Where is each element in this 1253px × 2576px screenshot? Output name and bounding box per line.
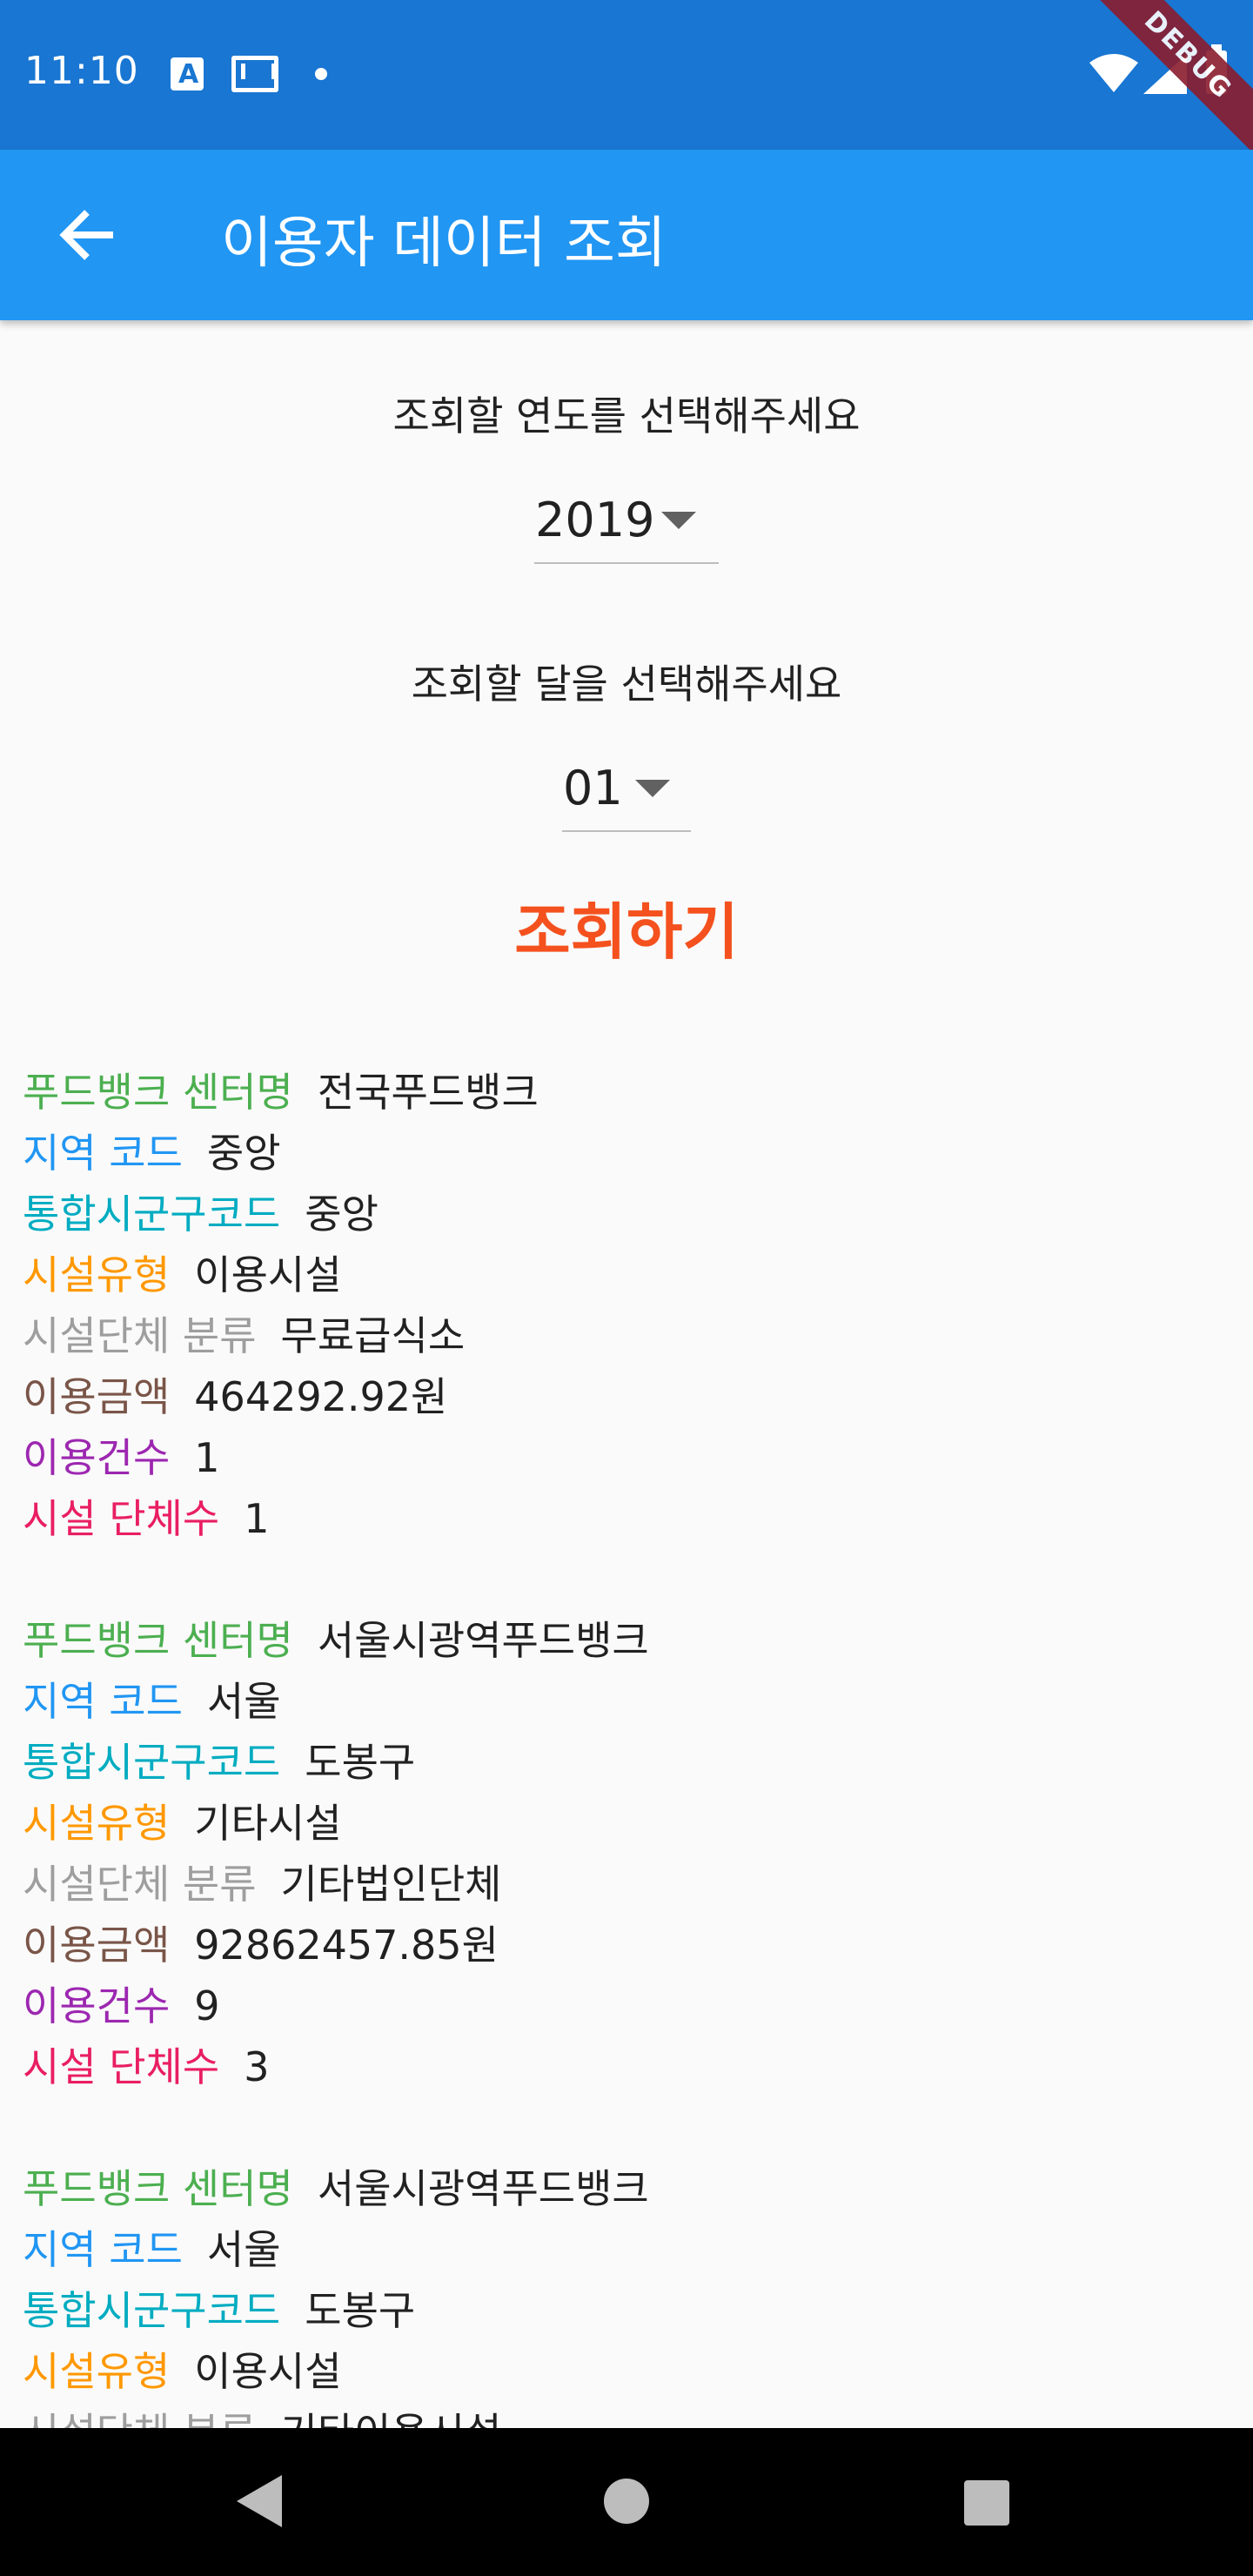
category-label: 시설단체 분류 (23, 1861, 257, 1908)
facility-type-value: 기타시설 (194, 1800, 342, 1847)
groups-label: 시설 단체수 (23, 2043, 220, 2090)
nav-back-icon[interactable] (237, 2475, 282, 2527)
search-button[interactable]: 조회하기 (452, 875, 801, 989)
month-label: 조회할 달을 선택해주세요 (411, 661, 842, 708)
count-value: 1 (194, 1434, 220, 1481)
center-label: 푸드뱅크 센터명 (23, 2165, 293, 2212)
category-label: 시설단체 분류 (23, 2409, 257, 2428)
amount-value: 92862457.85원 (194, 1922, 499, 1969)
district-label: 통합시군구코드 (23, 1739, 281, 1786)
status-bar: 11:10 DEBUG (0, 0, 1253, 174)
amount-row: 이용금액 92862457.85원 (23, 1915, 1232, 1976)
center-value: 전국푸드뱅크 (317, 1069, 539, 1116)
district-row: 통합시군구코드 도봉구 (23, 2280, 1232, 2341)
results-list: 푸드뱅크 센터명 전국푸드뱅크 지역 코드 중앙 통합시군구코드 중앙 시설유형 이용시… (23, 1062, 1232, 2428)
center-row: 푸드뱅크 센터명 전국푸드뱅크 (23, 1062, 1232, 1123)
facility-type-row: 시설유형 기타시설 (23, 1793, 1232, 1854)
region-row: 지역 코드 서울 (23, 2219, 1232, 2280)
category-row: 시설단체 분류 기타법인단체 (23, 1854, 1232, 1915)
page-title: 이용자 데이터 조회 (221, 211, 667, 276)
facility-type-value: 이용시설 (194, 1251, 342, 1298)
region-row: 지역 코드 중앙 (23, 1123, 1232, 1184)
region-label: 지역 코드 (23, 1678, 183, 1725)
facility-type-row: 시설유형 이용시설 (23, 1244, 1232, 1305)
facility-type-label: 시설유형 (23, 1800, 171, 1847)
count-label: 이용건수 (23, 1434, 171, 1481)
amount-label: 이용금액 (23, 1373, 171, 1420)
center-value: 서울시광역푸드뱅크 (317, 2165, 649, 2212)
caret-down-icon (635, 780, 670, 797)
year-dropdown[interactable]: 2019 (534, 473, 719, 564)
caret-down-icon (661, 512, 696, 529)
count-row: 이용건수 9 (23, 1976, 1232, 2036)
status-time: 11:10 (24, 49, 139, 93)
category-label: 시설단체 분류 (23, 1312, 257, 1359)
center-row: 푸드뱅크 센터명 서울시광역푸드뱅크 (23, 1610, 1232, 1671)
center-label: 푸드뱅크 센터명 (23, 1069, 293, 1116)
district-row: 통합시군구코드 도봉구 (23, 1732, 1232, 1793)
facility-type-row: 시설유형 이용시설 (23, 2341, 1232, 2402)
amount-row: 이용금액 464292.92원 (23, 1366, 1232, 1427)
list-item: 푸드뱅크 센터명 전국푸드뱅크 지역 코드 중앙 통합시군구코드 중앙 시설유형 이용시… (23, 1062, 1232, 1549)
amount-label: 이용금액 (23, 1922, 171, 1969)
region-row: 지역 코드 서울 (23, 1671, 1232, 1732)
district-value: 도봉구 (305, 1739, 416, 1786)
district-label: 통합시군구코드 (23, 2287, 281, 2334)
groups-row: 시설 단체수 3 (23, 2036, 1232, 2097)
region-value: 중앙 (206, 1130, 281, 1177)
facility-type-value: 이용시설 (194, 2348, 342, 2395)
category-value: 기타이용시설 (281, 2409, 502, 2428)
groups-value: 1 (244, 1495, 270, 1542)
district-row: 통합시군구코드 중앙 (23, 1184, 1232, 1244)
center-value: 서울시광역푸드뱅크 (317, 1617, 649, 1664)
count-label: 이용건수 (23, 1982, 171, 2029)
app-bar: 이용자 데이터 조회 (0, 150, 1253, 320)
wifi-icon (1089, 54, 1138, 92)
system-nav-bar (0, 2428, 1253, 2576)
center-label: 푸드뱅크 센터명 (23, 1617, 293, 1664)
region-value: 서울 (206, 2226, 281, 2273)
year-value: 2019 (535, 493, 655, 547)
category-row: 시설단체 분류 기타이용시설 (23, 2402, 1232, 2428)
amount-value: 464292.92원 (194, 1373, 448, 1420)
dot-icon (315, 68, 327, 80)
facility-type-label: 시설유형 (23, 2348, 171, 2395)
center-row: 푸드뱅크 센터명 서울시광역푸드뱅크 (23, 2158, 1232, 2219)
list-item: 푸드뱅크 센터명 서울시광역푸드뱅크 지역 코드 서울 통합시군구코드 도봉구 시설유… (23, 1610, 1232, 2097)
category-value: 무료급식소 (280, 1312, 466, 1359)
groups-value: 3 (244, 2043, 270, 2090)
facility-type-label: 시설유형 (23, 1251, 171, 1298)
groups-row: 시설 단체수 1 (23, 1488, 1232, 1549)
month-dropdown[interactable]: 01 (562, 741, 691, 832)
nav-home-icon[interactable] (604, 2479, 649, 2524)
region-value: 서울 (206, 1678, 281, 1725)
count-row: 이용건수 1 (23, 1427, 1232, 1488)
district-value: 도봉구 (305, 2287, 416, 2334)
mail-icon (231, 56, 278, 92)
count-value: 9 (194, 1982, 220, 2029)
groups-label: 시설 단체수 (23, 1495, 220, 1542)
district-label: 통합시군구코드 (23, 1191, 281, 1238)
year-label: 조회할 연도를 선택해주세요 (392, 392, 861, 439)
nav-recents-icon[interactable] (964, 2480, 1009, 2526)
month-value: 01 (563, 761, 623, 815)
district-value: 중앙 (305, 1191, 379, 1238)
region-label: 지역 코드 (23, 1130, 183, 1177)
app-notification-icon (171, 57, 204, 91)
arrow-left-icon[interactable] (42, 190, 132, 280)
category-row: 시설단체 분류 무료급식소 (23, 1305, 1232, 1366)
category-value: 기타법인단체 (280, 1861, 502, 1908)
region-label: 지역 코드 (23, 2226, 183, 2273)
list-item: 푸드뱅크 센터명 서울시광역푸드뱅크 지역 코드 서울 통합시군구코드 도봉구 시설유… (23, 2158, 1232, 2428)
